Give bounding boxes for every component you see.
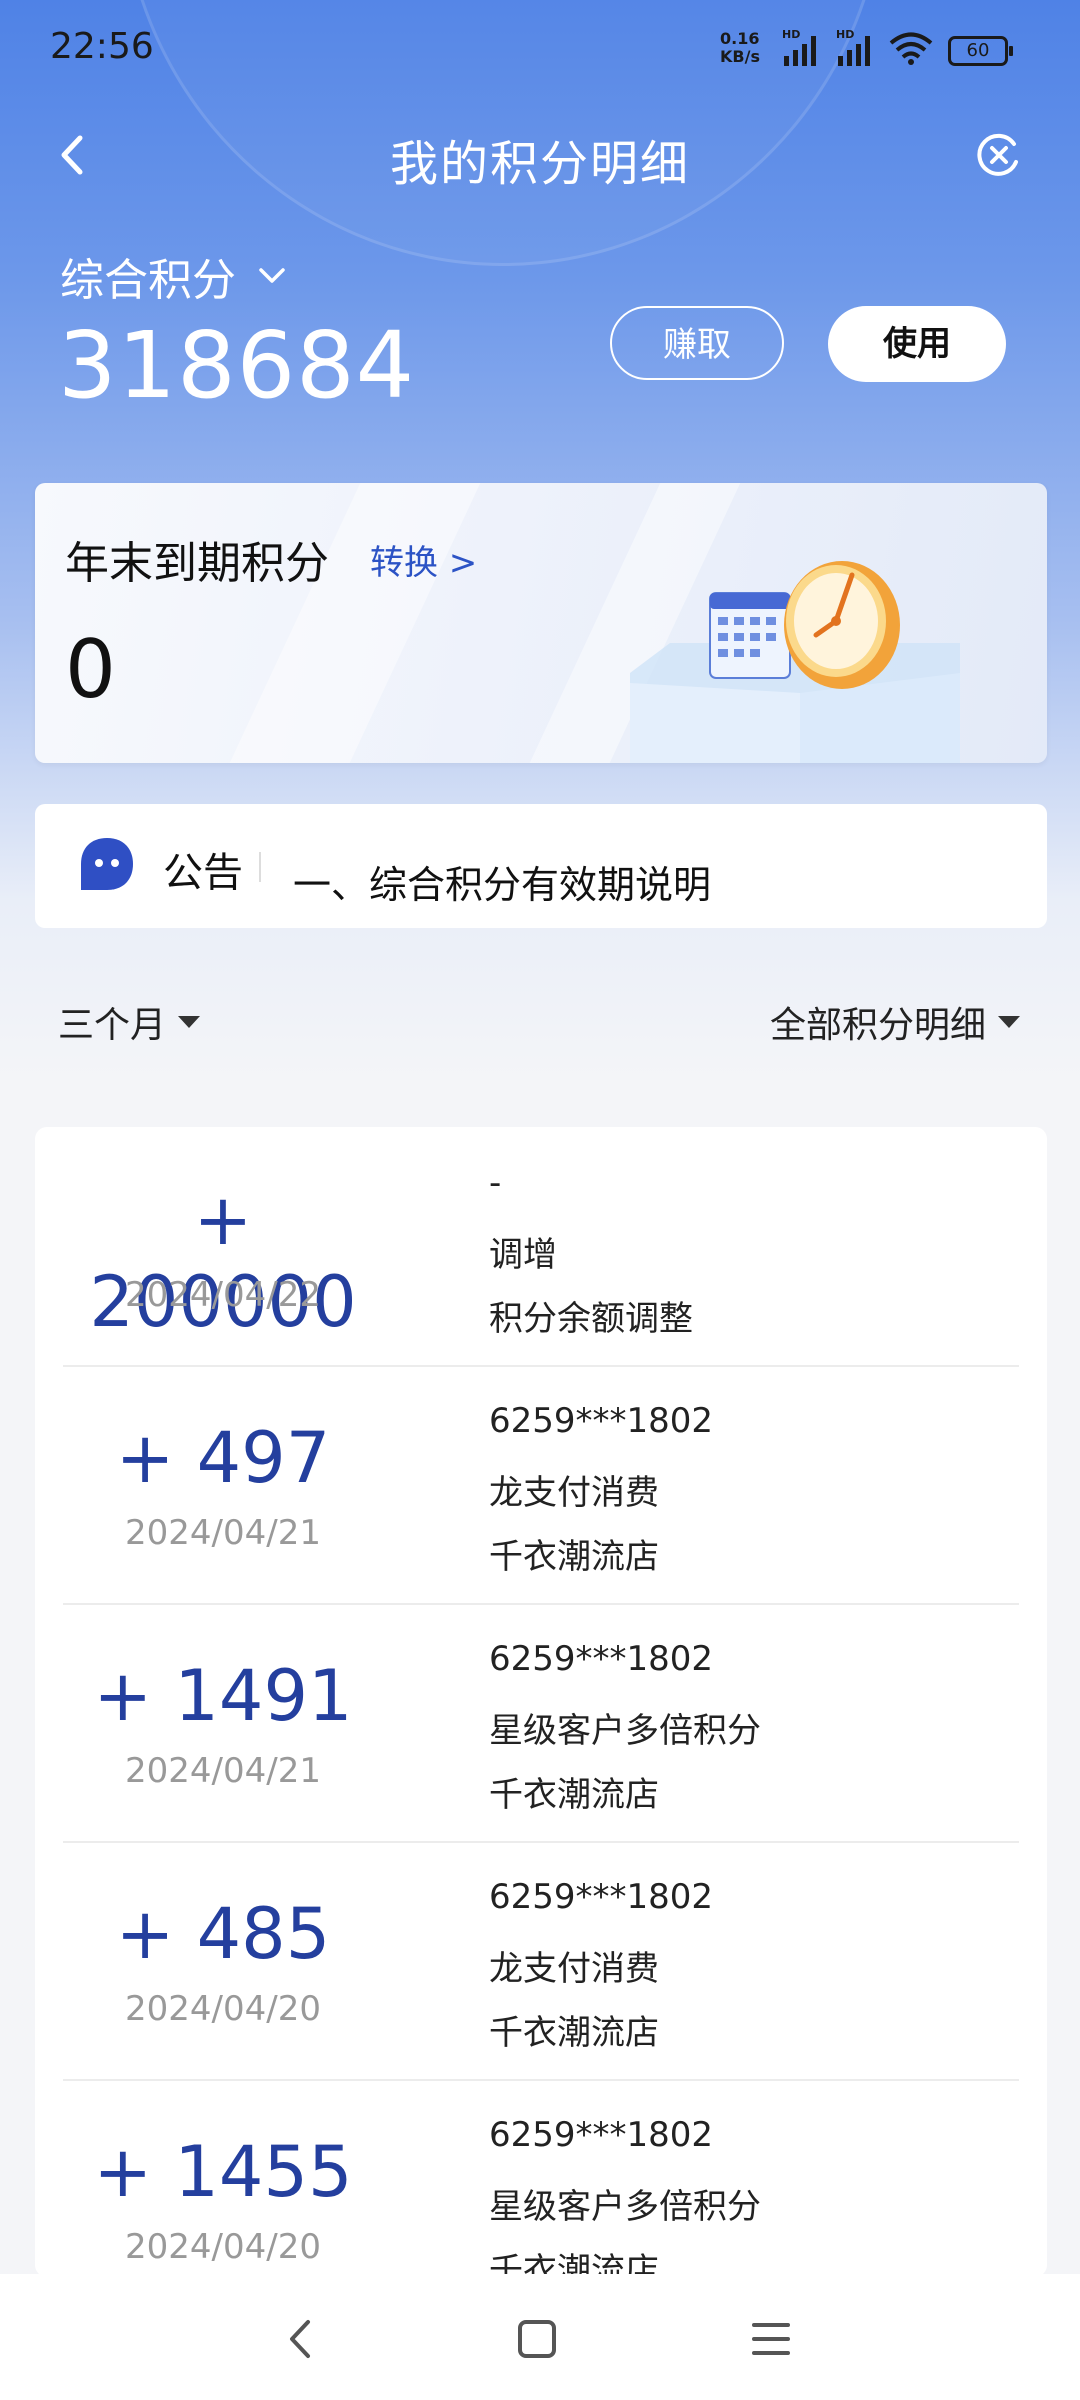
- transaction-merchant: 千衣潮流店: [489, 1537, 659, 1577]
- announcement-label: 公告: [163, 850, 243, 896]
- transaction-date: 2024/04/20: [125, 1989, 321, 2029]
- chat-bubble-icon: [81, 838, 133, 890]
- transaction-amount: + 1491: [93, 1655, 353, 1737]
- points-value: 318684: [58, 312, 416, 419]
- system-nav-bar: [0, 2274, 1080, 2400]
- calendar-clock-illustration: [630, 561, 960, 763]
- transaction-card: 6259***1802: [489, 1639, 714, 1679]
- transaction-card: -: [489, 1163, 502, 1203]
- chevron-down-icon: [259, 268, 285, 283]
- transaction-amount: + 200000: [89, 1179, 357, 1343]
- type-filter[interactable]: 全部积分明细: [770, 996, 1020, 1048]
- transaction-row[interactable]: + 1491 2024/04/21 6259***1802 星级客户多倍积分 千…: [63, 1603, 1019, 1843]
- status-bar: 22:56 0.16 KB/s HD HD 60: [0, 0, 1080, 100]
- transaction-type: 星级客户多倍积分: [489, 1711, 761, 1751]
- page-title: 我的积分明细: [389, 136, 690, 192]
- points-type-selector[interactable]: 综合积分: [60, 244, 286, 308]
- system-menu-icon[interactable]: [746, 2314, 796, 2364]
- convert-link[interactable]: 转换 >: [370, 535, 477, 584]
- transaction-amount: + 1455: [93, 2131, 353, 2213]
- net-speed-value: 0.16: [720, 29, 760, 48]
- transaction-date: 2024/04/21: [125, 1751, 321, 1791]
- announcement-text: 一、综合积分有效期说明: [293, 863, 712, 907]
- transaction-row[interactable]: + 497 2024/04/21 6259***1802 龙支付消费 千衣潮流店: [63, 1365, 1019, 1605]
- expiring-points-card: 年末到期积分 转换 > 0: [35, 483, 1047, 763]
- period-filter[interactable]: 三个月: [58, 996, 201, 1048]
- transaction-amount: + 497: [115, 1417, 331, 1499]
- transaction-type: 调增: [489, 1235, 557, 1275]
- transaction-type: 龙支付消费: [489, 1473, 659, 1513]
- transaction-merchant: 积分余额调整: [489, 1299, 693, 1339]
- battery-indicator: 60: [948, 36, 1013, 66]
- top-nav: 我的积分明细: [0, 110, 1080, 200]
- announcement-bar[interactable]: 公告 一、综合积分有效期说明: [35, 804, 1047, 928]
- transaction-card: 6259***1802: [489, 2115, 714, 2155]
- transaction-card: 6259***1802: [489, 1401, 714, 1441]
- transaction-row[interactable]: + 485 2024/04/20 6259***1802 龙支付消费 千衣潮流店: [63, 1841, 1019, 2081]
- system-home-icon[interactable]: [512, 2314, 562, 2364]
- wifi-icon: [889, 32, 933, 65]
- transaction-list: + 200000 2024/04/22 - 调增 积分余额调整 + 497 20…: [35, 1127, 1047, 2277]
- caret-down-icon: [178, 1016, 201, 1028]
- system-back-icon[interactable]: [276, 2314, 326, 2364]
- transaction-card: 6259***1802: [489, 1877, 714, 1917]
- transaction-merchant: 千衣潮流店: [489, 1775, 659, 1815]
- caret-down-icon: [998, 1016, 1020, 1028]
- transaction-type: 星级客户多倍积分: [489, 2187, 761, 2227]
- transaction-date: 2024/04/22: [125, 1275, 321, 1315]
- points-label: 综合积分: [60, 255, 236, 306]
- transaction-merchant: 千衣潮流店: [489, 2251, 659, 2277]
- expiring-points-title: 年末到期积分: [65, 538, 329, 589]
- transaction-amount: + 485: [115, 1893, 331, 1975]
- period-filter-label: 三个月: [58, 1005, 167, 1046]
- type-filter-label: 全部积分明细: [769, 1005, 986, 1046]
- transaction-row[interactable]: + 200000 2024/04/22 - 调增 积分余额调整: [63, 1127, 1019, 1367]
- close-circle-icon[interactable]: [976, 132, 1022, 178]
- signal-icon-2: HD: [832, 28, 876, 66]
- transaction-date: 2024/04/20: [125, 2227, 321, 2267]
- divider: [259, 852, 261, 882]
- expiring-points-value: 0: [65, 623, 116, 716]
- net-speed-unit: KB/s: [720, 47, 760, 66]
- transaction-date: 2024/04/21: [125, 1513, 321, 1553]
- signal-icon: HD: [778, 28, 822, 66]
- net-speed: 0.16 KB/s: [720, 30, 760, 66]
- transaction-row[interactable]: + 1455 2024/04/20 6259***1802 星级客户多倍积分 千…: [63, 2079, 1019, 2277]
- status-time: 22:56: [50, 26, 154, 67]
- transaction-type: 龙支付消费: [489, 1949, 659, 1989]
- use-button[interactable]: 使用: [828, 306, 1006, 382]
- earn-button[interactable]: 赚取: [610, 306, 784, 380]
- transaction-merchant: 千衣潮流店: [489, 2013, 659, 2053]
